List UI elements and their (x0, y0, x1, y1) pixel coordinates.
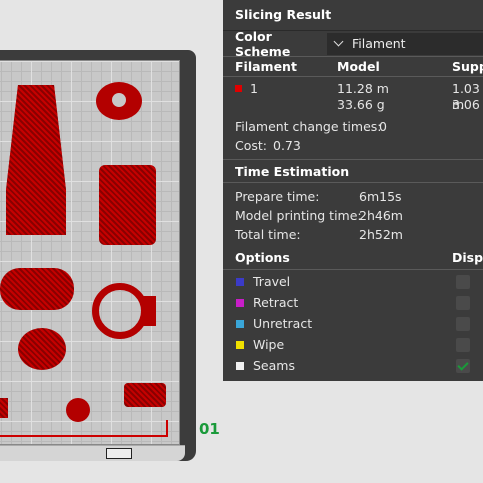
option-seams-label: Seams (253, 358, 295, 373)
filament-change-label: Filament change times: (235, 119, 382, 134)
unretract-display-checkbox[interactable] (456, 317, 470, 331)
retract-display-checkbox[interactable] (456, 296, 470, 310)
total-time-label: Total time: (235, 227, 301, 242)
display-header: Displ (452, 250, 483, 265)
header-support: Supp (452, 58, 483, 74)
plate-number[interactable]: 01 (199, 420, 220, 438)
filament-change-value: 0 (379, 119, 387, 134)
filament-row: 1 11.28 m 1.03 m (223, 81, 483, 112)
plate-boundary-line (0, 435, 168, 437)
model-length: 11.28 m (337, 81, 389, 96)
prepare-time-value: 6m15s (359, 189, 402, 204)
sliced-part-gear[interactable] (18, 328, 66, 370)
sliced-part-ring-hole (112, 93, 126, 107)
sliced-part-oval[interactable] (0, 268, 74, 310)
filament-change-row: Filament change times: 0 (223, 117, 483, 136)
filament-index: 1 (250, 81, 258, 96)
sliced-part-small-ring[interactable] (66, 398, 90, 422)
plate-boundary-tick (166, 420, 168, 437)
total-time-value: 2h52m (359, 227, 403, 242)
model-printing-time-value: 2h46m (359, 208, 403, 223)
retract-color-swatch (236, 299, 244, 307)
option-unretract-label: Unretract (253, 316, 313, 331)
chevron-down-icon (333, 36, 344, 47)
option-retract[interactable]: Retract (223, 292, 483, 313)
option-travel[interactable]: Travel (223, 271, 483, 292)
option-wipe[interactable]: Wipe (223, 334, 483, 355)
panel-title: Slicing Result (223, 0, 483, 30)
plate-label-strip (0, 445, 185, 461)
total-time-row: Total time: 2h52m (223, 225, 483, 244)
option-wipe-label: Wipe (253, 337, 285, 352)
model-printing-time-label: Model printing time: (235, 208, 362, 223)
filament-table-header: Filament Model Supp (223, 57, 483, 77)
sliced-part-edge[interactable] (0, 398, 8, 418)
color-scheme-dropdown[interactable]: Filament (327, 32, 483, 55)
sliced-part-block[interactable] (99, 165, 156, 245)
model-printing-time-row: Model printing time: 2h46m (223, 206, 483, 225)
option-unretract[interactable]: Unretract (223, 313, 483, 334)
travel-color-swatch (236, 278, 244, 286)
prepare-time-label: Prepare time: (235, 189, 320, 204)
prepare-time-row: Prepare time: 6m15s (223, 187, 483, 206)
travel-display-checkbox[interactable] (456, 275, 470, 289)
options-header: Options Displ (223, 246, 483, 270)
seams-display-checkbox[interactable] (456, 359, 470, 373)
options-title: Options (235, 250, 290, 265)
cost-row: Cost: 0.73 (223, 136, 483, 155)
color-scheme-row: Color Scheme Filament (223, 28, 483, 59)
wipe-color-swatch (236, 341, 244, 349)
color-scheme-label: Color Scheme (235, 28, 291, 59)
unretract-color-swatch (236, 320, 244, 328)
header-filament: Filament (235, 58, 297, 74)
slicing-result-panel: Slicing Result Color Scheme Filament Fil… (223, 0, 483, 381)
wipe-display-checkbox[interactable] (456, 338, 470, 352)
option-seams[interactable]: Seams (223, 355, 483, 376)
option-retract-label: Retract (253, 295, 299, 310)
seams-color-swatch (236, 362, 244, 370)
filament-color-swatch (235, 85, 242, 92)
sliced-part-small-rect[interactable] (124, 383, 166, 407)
cost-value: 0.73 (273, 138, 301, 153)
color-scheme-value: Filament (352, 36, 406, 51)
support-weight: 3.06 g (452, 97, 483, 112)
sliced-part-clamp[interactable] (92, 283, 148, 339)
header-model: Model (337, 58, 380, 74)
option-travel-label: Travel (253, 274, 291, 289)
model-weight: 33.66 g (337, 97, 385, 112)
sliced-part-clamp-tab[interactable] (142, 296, 156, 326)
plate-logo-icon (106, 448, 132, 459)
filament-row-weight: 33.66 g 3.06 g (223, 97, 483, 113)
cost-label: Cost: (235, 138, 268, 153)
time-estimation-title: Time Estimation (223, 159, 483, 183)
